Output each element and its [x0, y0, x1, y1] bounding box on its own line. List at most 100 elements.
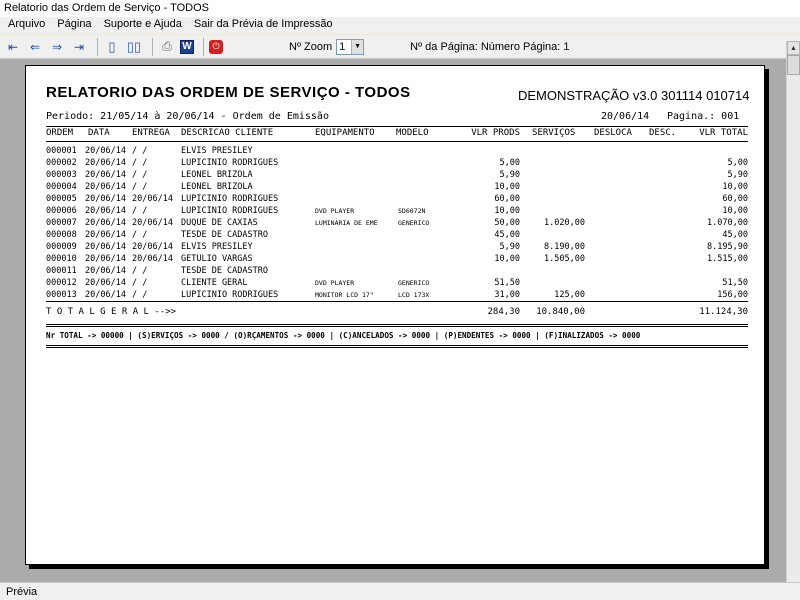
cell-data: 20/06/14: [85, 170, 126, 180]
totals-top-rule: [46, 301, 748, 302]
table-row: 000008 20/06/14 / / TESDE DE CADASTRO 45,00…: [46, 230, 748, 242]
next-page-icon[interactable]: ⇒: [48, 38, 66, 56]
table-row: 000004 20/06/14 / / LEONEL BRIZOLA 10,00 10,…: [46, 182, 748, 194]
col-desc: DESC.: [649, 128, 677, 138]
col-data: DATA: [88, 128, 110, 138]
menu-suporte[interactable]: Suporte e Ajuda: [98, 17, 188, 34]
cell-servicos: 8.190,00: [544, 242, 585, 252]
cell-data: 20/06/14: [85, 230, 126, 240]
cell-entrega: / /: [132, 146, 148, 156]
cell-ordem: 000001: [46, 146, 77, 156]
cell-vlr-prods: 50,00: [494, 218, 520, 228]
table-row: 000009 20/06/14 20/06/14 ELVIS PRESILEY 5,90…: [46, 242, 748, 254]
toolbar-separator: [152, 37, 153, 56]
word-export-icon[interactable]: W: [180, 39, 194, 54]
cell-cliente: TESDE DE CADASTRO: [181, 230, 268, 240]
cell-vlr-total: 10,00: [722, 206, 748, 216]
table-row: 000010 20/06/14 20/06/14 GETULIO VARGAS 10,0…: [46, 254, 748, 266]
cell-data: 20/06/14: [85, 206, 126, 216]
cell-vlr-prods: 5,90: [499, 170, 520, 180]
summary-bottom-rule-2: [46, 347, 748, 348]
totals-row: T O T A L G E R A L -->> 284,30 10.840,0…: [46, 307, 748, 319]
cell-cliente: GETULIO VARGAS: [181, 254, 253, 264]
stop-icon[interactable]: ⏻: [209, 39, 223, 54]
cell-vlr-prods: 5,00: [499, 158, 520, 168]
cell-ordem: 000009: [46, 242, 77, 252]
cell-entrega: 20/06/14: [132, 218, 173, 228]
summary-line: Nr TOTAL -> 00000 | (S)ERVIÇOS -> 0000 /…: [46, 331, 641, 340]
first-page-icon[interactable]: ⇤: [4, 38, 22, 56]
col-cliente: DESCRICAO CLIENTE: [181, 128, 274, 138]
single-page-icon[interactable]: ▯: [103, 38, 121, 56]
cell-vlr-total: 5,00: [727, 158, 748, 168]
zoom-select[interactable]: 1 ▼: [336, 38, 365, 55]
window-title: Relatorio das Ordem de Serviço - TODOS: [0, 0, 800, 18]
chevron-down-icon[interactable]: ▼: [351, 39, 364, 54]
cell-ordem: 000002: [46, 158, 77, 168]
cell-vlr-total: 60,00: [722, 194, 748, 204]
col-ordem: ORDEM: [46, 128, 74, 138]
cell-vlr-total: 8.195,90: [707, 242, 748, 252]
totals-vlr-prods: 284,30: [487, 307, 520, 317]
cell-cliente: CLIENTE GERAL: [181, 278, 248, 288]
vertical-scrollbar[interactable]: ▲: [786, 41, 800, 582]
scroll-thumb[interactable]: [787, 55, 800, 75]
cell-ordem: 000005: [46, 194, 77, 204]
report-date: 20/06/14: [601, 111, 650, 122]
cell-servicos: 125,00: [554, 290, 585, 300]
report-rows: 000001 20/06/14 / / ELVIS PRESILEY 000002 20…: [46, 146, 748, 302]
cell-cliente: LUPICINIO RODRIGUES: [181, 194, 279, 204]
cell-servicos: 1.020,00: [544, 218, 585, 228]
cell-cliente: LUPICINIO RODRIGUES: [181, 158, 279, 168]
cell-vlr-prods: 51,50: [494, 278, 520, 288]
cell-data: 20/06/14: [85, 182, 126, 192]
cell-ordem: 000010: [46, 254, 77, 264]
cell-vlr-prods: 31,00: [494, 290, 520, 300]
cell-ordem: 000007: [46, 218, 77, 228]
cell-ordem: 000003: [46, 170, 77, 180]
cell-vlr-total: 156,00: [717, 290, 748, 300]
menu-pagina[interactable]: Página: [51, 17, 97, 34]
two-pages-icon[interactable]: ▯▯: [125, 38, 143, 56]
cell-ordem: 000004: [46, 182, 77, 192]
cell-data: 20/06/14: [85, 278, 126, 288]
cell-ordem: 000013: [46, 290, 77, 300]
cell-vlr-prods: 5,90: [499, 242, 520, 252]
table-row: 000007 20/06/14 20/06/14 DUQUE DE CAXIAS LUM…: [46, 218, 748, 230]
cell-vlr-total: 10,00: [722, 182, 748, 192]
toolbar-separator: [97, 37, 98, 56]
table-row: 000006 20/06/14 / / LUPICINIO RODRIGUES DVD…: [46, 206, 748, 218]
status-bar: Prévia: [0, 582, 800, 600]
totals-vlr-total: 11.124,30: [699, 307, 748, 317]
cell-servicos: 1.505,00: [544, 254, 585, 264]
menu-sair[interactable]: Sair da Prévia de Impressão: [188, 17, 339, 34]
prev-page-icon[interactable]: ⇐: [26, 38, 44, 56]
cell-data: 20/06/14: [85, 158, 126, 168]
cell-entrega: / /: [132, 230, 148, 240]
cell-cliente: LEONEL BRIZOLA: [181, 182, 253, 192]
printer-icon[interactable]: ⎙: [158, 38, 176, 56]
report-periodo: Periodo: 21/05/14 à 20/06/14 - Ordem de …: [46, 111, 329, 122]
cell-entrega: / /: [132, 290, 148, 300]
cell-vlr-prods: 60,00: [494, 194, 520, 204]
table-row: 000002 20/06/14 / / LUPICINIO RODRIGUES 5,0…: [46, 158, 748, 170]
cell-equipamento: LUMINARIA DE EME: [315, 219, 378, 227]
menu-arquivo[interactable]: Arquivo: [2, 17, 51, 34]
cell-entrega: / /: [132, 170, 148, 180]
cell-vlr-total: 51,50: [722, 278, 748, 288]
cell-vlr-prods: 10,00: [494, 254, 520, 264]
col-desloca: DESLOCA: [594, 128, 632, 138]
col-equipamento: EQUIPAMENTO: [315, 128, 375, 138]
cell-data: 20/06/14: [85, 290, 126, 300]
cell-data: 20/06/14: [85, 266, 126, 276]
cell-vlr-total: 1.515,00: [707, 254, 748, 264]
scroll-up-icon[interactable]: ▲: [787, 41, 800, 55]
cell-entrega: / /: [132, 158, 148, 168]
summary-bottom-rule: [46, 345, 748, 346]
cell-equipamento: DVD PLAYER: [315, 207, 355, 215]
last-page-icon[interactable]: ⇥: [70, 38, 88, 56]
zoom-label: Nº Zoom: [289, 40, 333, 53]
col-vlr-prods: VLR PRODS: [471, 128, 520, 138]
cell-data: 20/06/14: [85, 194, 126, 204]
cell-ordem: 000011: [46, 266, 77, 276]
